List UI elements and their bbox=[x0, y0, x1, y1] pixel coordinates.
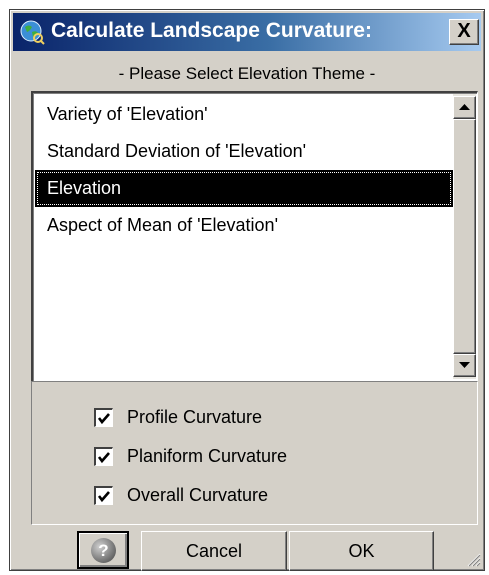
arrow-down-icon bbox=[459, 362, 470, 368]
overall-curvature-option[interactable]: Overall Curvature bbox=[94, 482, 268, 508]
help-button[interactable]: ? bbox=[77, 531, 129, 569]
scroll-down-button[interactable] bbox=[453, 354, 476, 377]
scroll-thumb[interactable] bbox=[453, 119, 476, 354]
checkmark-icon bbox=[97, 490, 110, 502]
overall-curvature-label: Overall Curvature bbox=[127, 484, 269, 505]
list-item-selected[interactable]: Elevation bbox=[35, 170, 453, 207]
list-item[interactable]: Variety of 'Elevation' bbox=[35, 96, 453, 133]
profile-curvature-option[interactable]: Profile Curvature bbox=[94, 404, 262, 430]
close-button[interactable]: X bbox=[449, 19, 479, 45]
list-item[interactable]: Standard Deviation of 'Elevation' bbox=[35, 133, 453, 170]
list-item[interactable]: Aspect of Mean of 'Elevation' bbox=[35, 207, 453, 244]
arrow-up-icon bbox=[459, 104, 470, 110]
ok-button[interactable]: OK bbox=[289, 531, 434, 571]
cancel-button[interactable]: Cancel bbox=[141, 531, 287, 571]
resize-grip-icon[interactable] bbox=[465, 551, 481, 567]
title-bar[interactable]: Calculate Landscape Curvature: X bbox=[13, 13, 481, 51]
elevation-theme-list[interactable]: Variety of 'Elevation' Standard Deviatio… bbox=[31, 91, 478, 382]
question-icon: ? bbox=[91, 538, 116, 563]
calculate-curvature-dialog: Calculate Landscape Curvature: X - Pleas… bbox=[9, 9, 485, 571]
planiform-curvature-checkbox[interactable] bbox=[94, 446, 113, 466]
profile-curvature-label: Profile Curvature bbox=[127, 406, 263, 427]
scroll-up-button[interactable] bbox=[453, 96, 476, 119]
planiform-curvature-option[interactable]: Planiform Curvature bbox=[94, 443, 287, 469]
checkmark-icon bbox=[97, 451, 110, 463]
overall-curvature-checkbox[interactable] bbox=[94, 485, 113, 505]
window-title: Calculate Landscape Curvature: bbox=[51, 19, 372, 42]
planiform-curvature-label: Planiform Curvature bbox=[127, 445, 288, 466]
curvature-options-panel: Profile Curvature Planiform Curvature Ov… bbox=[31, 381, 478, 525]
vertical-scrollbar[interactable] bbox=[453, 94, 476, 379]
globe-icon bbox=[19, 19, 45, 45]
profile-curvature-checkbox[interactable] bbox=[94, 407, 113, 427]
checkmark-icon bbox=[97, 412, 110, 424]
select-theme-prompt: - Please Select Elevation Theme - bbox=[118, 64, 376, 83]
